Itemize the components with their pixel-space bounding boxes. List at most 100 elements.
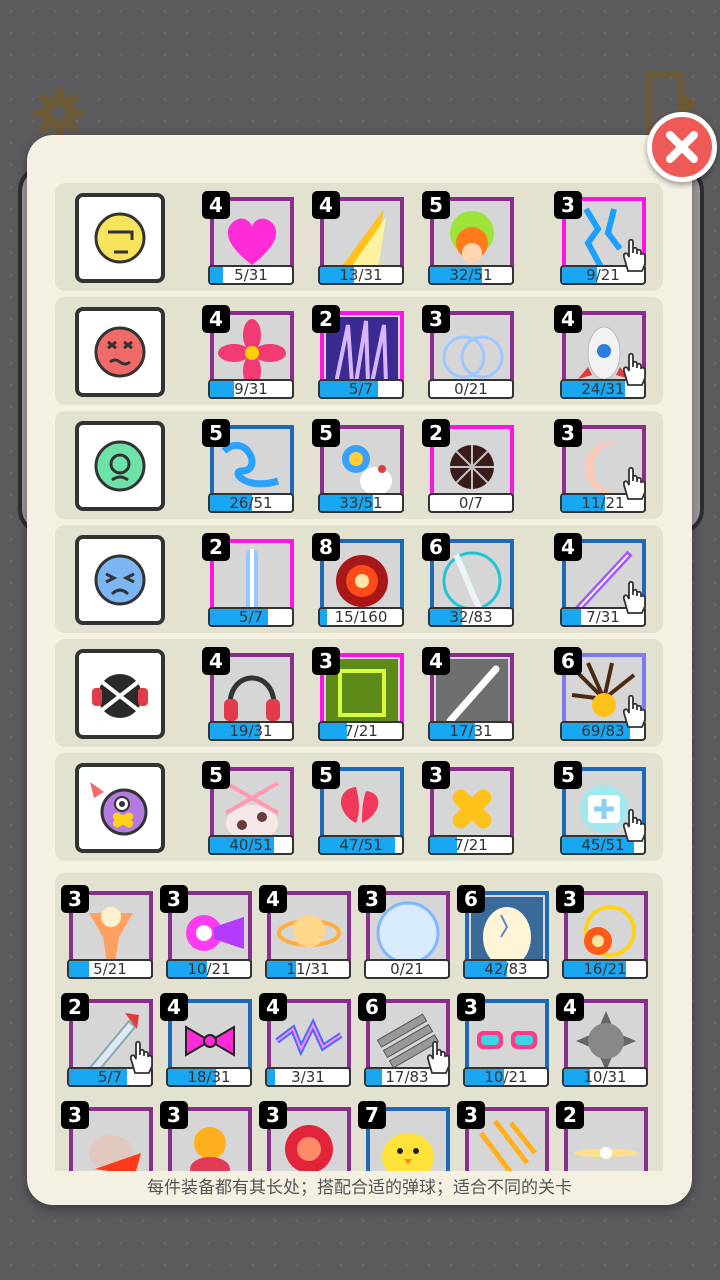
equipment-slot-3-3[interactable]: 4 7/31 xyxy=(554,533,646,629)
progress-text: 47/51 xyxy=(339,836,383,854)
equipment-slot-0-2[interactable]: 5 32/51 xyxy=(422,191,514,287)
tap-hand-icon xyxy=(622,808,646,842)
equipment-slot-inv-2-5[interactable]: 2 xyxy=(556,1101,648,1171)
equipment-slot-1-1[interactable]: 2 5/7 xyxy=(312,305,404,401)
level-badge: 3 xyxy=(61,1101,89,1129)
level-badge: 4 xyxy=(202,305,230,333)
equipment-slot-0-3[interactable]: 3 9/21 xyxy=(554,191,646,287)
equipment-slot-0-0[interactable]: 4 5/31 xyxy=(202,191,294,287)
level-badge: 7 xyxy=(358,1101,386,1129)
equipment-slot-inv-1-5[interactable]: 4 10/31 xyxy=(556,993,648,1089)
level-badge: 3 xyxy=(457,1101,485,1129)
equipment-slot-inv-2-2[interactable]: 3 xyxy=(259,1101,351,1171)
character-card[interactable] xyxy=(75,649,165,739)
equipment-slot-inv-0-5[interactable]: 3 16/21 xyxy=(556,885,648,981)
progress-text: 11/31 xyxy=(286,960,330,978)
character-card[interactable] xyxy=(75,421,165,511)
progress-bar: 0/21 xyxy=(364,959,450,979)
level-badge: 2 xyxy=(312,305,340,333)
progress-bar: 10/31 xyxy=(562,1067,648,1087)
equipment-slot-inv-2-1[interactable]: 3 xyxy=(160,1101,252,1171)
equipment-slot-inv-0-0[interactable]: 3 5/21 xyxy=(61,885,153,981)
equipment-slot-3-0[interactable]: 2 5/7 xyxy=(202,533,294,629)
progress-text: 40/51 xyxy=(229,836,273,854)
equipment-slot-inv-1-0[interactable]: 2 5/7 xyxy=(61,993,153,1089)
equipment-slot-2-0[interactable]: 5 26/51 xyxy=(202,419,294,515)
equipment-slot-inv-2-3[interactable]: 7 xyxy=(358,1101,450,1171)
progress-bar: 5/7 xyxy=(318,379,404,399)
tap-hand-icon xyxy=(129,1040,153,1074)
progress-text: 17/31 xyxy=(449,722,493,740)
equipment-slot-1-3[interactable]: 4 24/31 xyxy=(554,305,646,401)
settings-gear-icon[interactable] xyxy=(32,86,86,140)
level-badge: 6 xyxy=(457,885,485,913)
level-badge: 4 xyxy=(259,993,287,1021)
equipment-slot-4-2[interactable]: 4 17/31 xyxy=(422,647,514,743)
equipment-slot-1-2[interactable]: 3 0/21 xyxy=(422,305,514,401)
equipment-slot-inv-0-2[interactable]: 4 11/31 xyxy=(259,885,351,981)
equipment-slot-2-1[interactable]: 5 33/51 xyxy=(312,419,404,515)
equipment-slot-inv-1-4[interactable]: 3 10/21 xyxy=(457,993,549,1089)
equipment-slot-4-3[interactable]: 6 69/83 xyxy=(554,647,646,743)
sad-green-face-icon xyxy=(94,440,146,492)
equipment-slot-5-2[interactable]: 3 7/21 xyxy=(422,761,514,857)
character-card[interactable] xyxy=(75,535,165,625)
level-badge: 5 xyxy=(312,419,340,447)
level-badge: 6 xyxy=(422,533,450,561)
progress-bar: 32/51 xyxy=(428,265,514,285)
level-badge: 4 xyxy=(312,191,340,219)
level-badge: 4 xyxy=(422,647,450,675)
character-card[interactable] xyxy=(75,763,165,853)
equipment-slot-1-0[interactable]: 4 9/31 xyxy=(202,305,294,401)
equipment-slot-0-1[interactable]: 4 13/31 xyxy=(312,191,404,287)
equipment-slot-inv-0-3[interactable]: 3 0/21 xyxy=(358,885,450,981)
equipment-slot-inv-1-1[interactable]: 4 18/31 xyxy=(160,993,252,1089)
equipment-scroll-area[interactable]: 4 5/31 4 13/31 5 32/51 3 9/21 4 9/31 2 5/7 3 0/21 4 24/… xyxy=(27,135,692,1171)
equipment-slot-inv-0-4[interactable]: 6 42/83 xyxy=(457,885,549,981)
progress-bar: 15/160 xyxy=(318,607,404,627)
level-badge: 3 xyxy=(358,885,386,913)
level-badge: 3 xyxy=(160,885,188,913)
equipment-slot-5-1[interactable]: 5 47/51 xyxy=(312,761,404,857)
equipment-slot-inv-2-4[interactable]: 3 xyxy=(457,1101,549,1171)
level-badge: 3 xyxy=(554,419,582,447)
progress-text: 33/51 xyxy=(339,494,383,512)
progress-bar: 7/21 xyxy=(428,835,514,855)
character-card[interactable] xyxy=(75,307,165,397)
progress-bar: 17/31 xyxy=(428,721,514,741)
equipment-slot-5-3[interactable]: 5 45/51 xyxy=(554,761,646,857)
headphone-face-icon xyxy=(92,674,148,718)
equipment-slot-inv-1-2[interactable]: 4 3/31 xyxy=(259,993,351,1089)
equipment-slot-inv-0-1[interactable]: 3 10/21 xyxy=(160,885,252,981)
tap-hand-icon xyxy=(426,1040,450,1074)
level-badge: 3 xyxy=(554,191,582,219)
equipment-slot-5-0[interactable]: 5 40/51 xyxy=(202,761,294,857)
equipment-slot-inv-2-0[interactable]: 3 xyxy=(61,1101,153,1171)
progress-bar: 5/7 xyxy=(208,607,294,627)
equipment-slot-3-1[interactable]: 8 15/160 xyxy=(312,533,404,629)
level-badge: 2 xyxy=(422,419,450,447)
equipment-slot-inv-1-3[interactable]: 6 17/83 xyxy=(358,993,450,1089)
progress-bar: 26/51 xyxy=(208,493,294,513)
progress-bar: 42/83 xyxy=(463,959,549,979)
equipment-slot-2-2[interactable]: 2 0/7 xyxy=(422,419,514,515)
progress-text: 9/31 xyxy=(234,380,268,398)
progress-bar: 5/21 xyxy=(67,959,153,979)
equipment-modal: 4 5/31 4 13/31 5 32/51 3 9/21 4 9/31 2 5/7 3 0/21 4 24/… xyxy=(27,135,692,1205)
tap-hand-icon xyxy=(622,694,646,728)
progress-bar: 47/51 xyxy=(318,835,404,855)
equipment-slot-4-0[interactable]: 4 19/31 xyxy=(202,647,294,743)
tap-hand-icon xyxy=(622,580,646,614)
level-badge: 3 xyxy=(61,885,89,913)
progress-bar: 13/31 xyxy=(318,265,404,285)
equipment-slot-4-1[interactable]: 3 7/21 xyxy=(312,647,404,743)
equipment-slot-2-3[interactable]: 3 11/21 xyxy=(554,419,646,515)
close-button[interactable] xyxy=(647,112,717,182)
character-card[interactable] xyxy=(75,193,165,283)
level-badge: 3 xyxy=(556,885,584,913)
tap-hand-icon xyxy=(622,352,646,386)
level-badge: 2 xyxy=(556,1101,584,1129)
level-badge: 3 xyxy=(457,993,485,1021)
level-badge: 8 xyxy=(312,533,340,561)
equipment-slot-3-2[interactable]: 6 32/83 xyxy=(422,533,514,629)
